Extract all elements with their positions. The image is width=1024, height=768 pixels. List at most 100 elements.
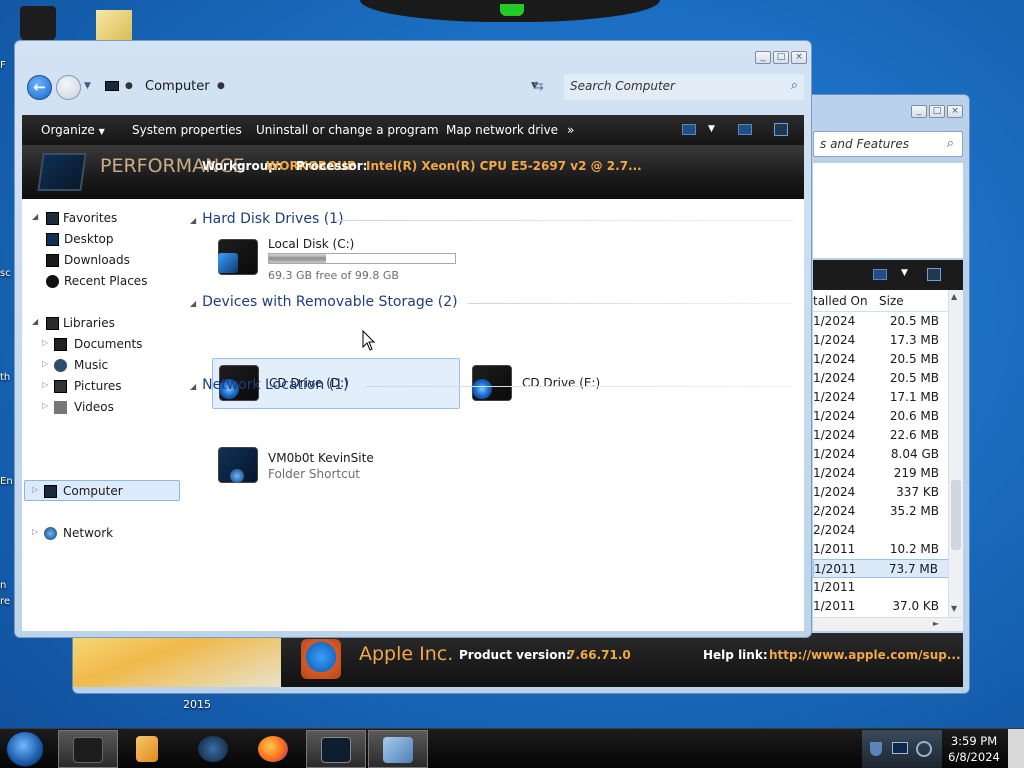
taskbar-app-programs[interactable] [368, 730, 428, 768]
expand-triangle-icon[interactable]: ◢ [32, 212, 38, 221]
group-header-network-location[interactable]: ◢ Network Location (1) [190, 377, 349, 393]
minimize-button[interactable]: _ [755, 51, 771, 64]
forward-button[interactable] [56, 75, 81, 100]
computer-icon [105, 81, 119, 91]
table-row[interactable]: 1/2011 10.2 MB [813, 540, 963, 559]
table-row[interactable]: 1/2024 8.04 GB [813, 445, 963, 464]
horizontal-scrollbar[interactable]: ► [813, 617, 963, 631]
column-installed-on[interactable]: talled On [813, 294, 868, 308]
table-row[interactable]: 1/2024 20.5 MB [813, 350, 963, 369]
network-location-name: VM0b0t KevinSite [268, 451, 374, 465]
notification-area[interactable] [862, 730, 942, 768]
back-search-input[interactable]: s and Features ⌕ [813, 131, 963, 157]
scroll-right-icon[interactable]: ► [933, 619, 939, 628]
table-row[interactable]: 1/2024 337 KB [813, 483, 963, 502]
breadcrumb-separator[interactable]: ● [217, 81, 225, 91]
table-row[interactable]: 1/2024 22.6 MB [813, 426, 963, 445]
desktop-icon [46, 233, 59, 246]
table-row[interactable]: 1/2024 219 MB [813, 464, 963, 483]
network-tray-icon[interactable] [892, 742, 908, 754]
navigation-pane[interactable]: ◢ Favorites Desktop Downloads Recent Pla… [22, 199, 186, 631]
change-view-icon[interactable] [682, 124, 696, 135]
show-desktop-button[interactable] [1008, 729, 1024, 768]
videos-icon [54, 401, 67, 414]
clock-date: 6/8/2024 [948, 750, 1000, 764]
taskbar-app-explorer[interactable] [58, 730, 118, 768]
computer-explorer-window[interactable]: _ □ × ← ▼ ● Computer ● ▼ ⇆ Search Comput… [14, 40, 812, 638]
maximize-button[interactable]: □ [929, 105, 945, 118]
table-row[interactable]: 1/2024 20.5 MB [813, 312, 963, 331]
column-size[interactable]: Size [879, 294, 904, 308]
refresh-icon[interactable]: ⇆ [533, 79, 544, 94]
sidebar-item-label: Documents [74, 337, 143, 351]
cd-drive-icon [470, 361, 514, 405]
help-link-value[interactable]: http://www.apple.com/sup... [769, 648, 961, 662]
installed-on-cell: 1/2024 [813, 352, 856, 366]
start-button[interactable] [6, 731, 44, 767]
group-header-hard-disk[interactable]: ◢ Hard Disk Drives (1) [190, 211, 344, 227]
scroll-down-icon[interactable]: ▼ [951, 604, 957, 613]
desktop-edge-text: th [0, 372, 11, 383]
table-row[interactable]: 1/2011 [813, 578, 963, 597]
sidebar-item-label: Pictures [74, 379, 122, 393]
table-row[interactable]: 1/2024 17.1 MB [813, 388, 963, 407]
help-icon[interactable] [774, 123, 788, 136]
scroll-up-icon[interactable]: ▲ [951, 292, 957, 301]
expand-triangle-icon[interactable]: ◢ [32, 317, 38, 326]
vertical-scrollbar[interactable]: ▲ ▼ [948, 290, 963, 620]
file-view[interactable]: ◢ Hard Disk Drives (1) Local Disk (C:) 69… [186, 199, 804, 631]
collapse-triangle-icon[interactable]: ▷ [42, 380, 48, 389]
taskbar-app-browser[interactable] [184, 730, 244, 768]
collapse-triangle-icon[interactable]: ▷ [32, 485, 38, 494]
chevron-down-icon[interactable]: ▼ [708, 124, 715, 134]
scrollbar-thumb[interactable] [951, 480, 961, 550]
shield-icon[interactable] [870, 742, 882, 756]
sidebar-item-label: Libraries [63, 316, 115, 330]
search-input[interactable]: Search Computer ⌕ [564, 74, 804, 100]
table-row[interactable]: 2/2024 [813, 521, 963, 540]
collapse-triangle-icon[interactable]: ▷ [42, 401, 48, 410]
system-clock[interactable]: 3:59 PM 6/8/2024 [944, 733, 1004, 765]
organize-button[interactable]: Organize ▼ [41, 123, 105, 137]
more-commands-button[interactable]: » [567, 123, 574, 137]
breadcrumb-computer[interactable]: Computer [145, 79, 210, 94]
table-row[interactable]: 1/2011 73.7 MB [813, 559, 963, 578]
table-row[interactable]: 1/2011 37.0 KB [813, 597, 963, 616]
taskbar-app-firefox[interactable] [244, 730, 304, 768]
system-properties-button[interactable]: System properties [132, 123, 242, 137]
preview-pane-icon[interactable] [738, 124, 752, 135]
processor-label: Processor: [296, 159, 368, 173]
collapse-triangle-icon[interactable]: ▷ [32, 527, 38, 536]
address-bar[interactable]: ● Computer ● ▼ [99, 74, 552, 100]
mouse-cursor-icon [362, 330, 376, 351]
close-button[interactable]: × [791, 51, 807, 64]
taskbar-app-media-player[interactable] [118, 730, 178, 768]
recent-pages-dropdown[interactable]: ▼ [84, 81, 91, 91]
table-row[interactable]: 1/2024 17.3 MB [813, 331, 963, 350]
programs-list[interactable]: 1/2024 20.5 MB 1/2024 17.3 MB 1/2024 20.5 MB 1… [813, 312, 963, 630]
uninstall-program-button[interactable]: Uninstall or change a program [256, 123, 439, 137]
volume-icon[interactable] [916, 741, 932, 757]
view-icon[interactable] [873, 269, 887, 280]
table-row[interactable]: 2/2024 35.2 MB [813, 502, 963, 521]
recycle-bin-icon[interactable] [20, 6, 56, 42]
installed-on-cell: 1/2024 [813, 447, 856, 461]
taskbar-app-computer[interactable] [306, 730, 366, 768]
back-button[interactable]: ← [27, 75, 52, 100]
map-network-drive-button[interactable]: Map network drive [446, 123, 558, 137]
minimize-button[interactable]: _ [911, 105, 927, 118]
help-icon[interactable] [927, 268, 941, 281]
collapse-group-icon[interactable]: ◢ [190, 382, 196, 391]
collapse-triangle-icon[interactable]: ▷ [42, 359, 48, 368]
table-row[interactable]: 1/2024 20.6 MB [813, 407, 963, 426]
collapse-group-icon[interactable]: ◢ [190, 299, 196, 308]
collapse-triangle-icon[interactable]: ▷ [42, 338, 48, 347]
group-header-removable[interactable]: ◢ Devices with Removable Storage (2) [190, 294, 458, 310]
installed-on-cell: 1/2024 [813, 428, 856, 442]
breadcrumb-separator[interactable]: ● [125, 81, 133, 91]
close-button[interactable]: × [947, 105, 963, 118]
collapse-group-icon[interactable]: ◢ [190, 216, 196, 225]
maximize-button[interactable]: □ [773, 51, 789, 64]
chevron-down-icon[interactable]: ▼ [901, 268, 908, 278]
table-row[interactable]: 1/2024 20.5 MB [813, 369, 963, 388]
